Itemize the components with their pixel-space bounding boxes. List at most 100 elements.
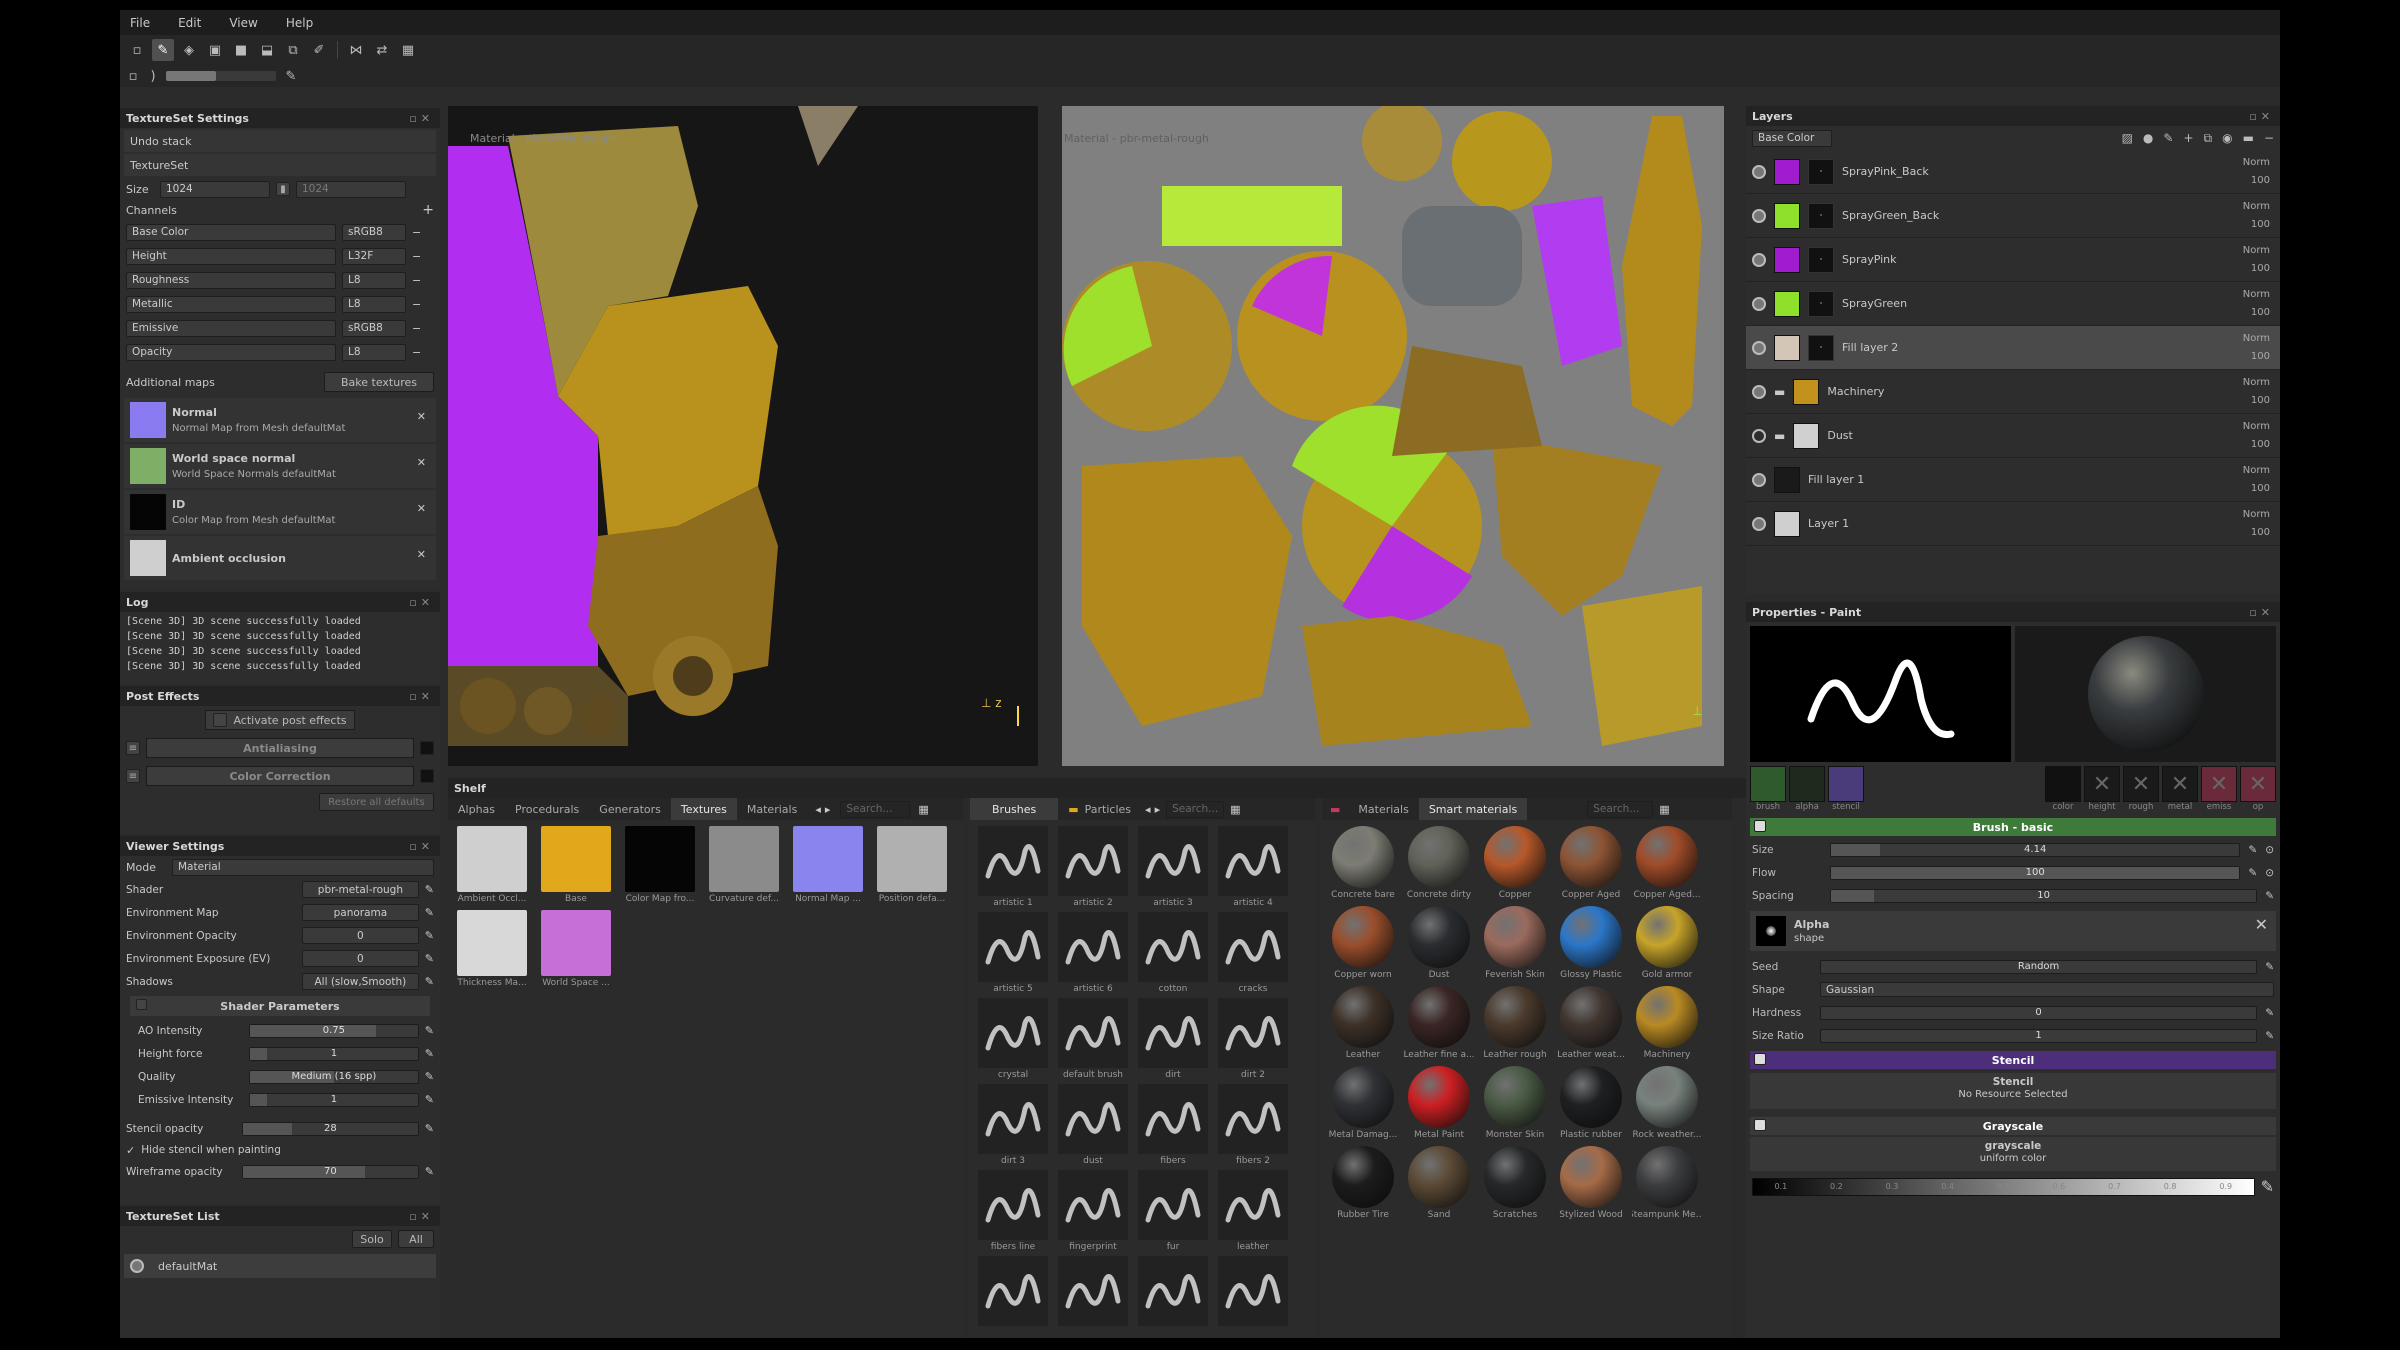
brush-item[interactable]: artistic 5 — [976, 912, 1050, 994]
brush-item[interactable] — [1216, 1256, 1290, 1328]
brush-item[interactable]: fibers line — [976, 1170, 1050, 1252]
all-button[interactable]: All — [398, 1230, 434, 1248]
brush-item[interactable]: cotton — [1136, 912, 1210, 994]
brush-item[interactable]: fibers 2 — [1216, 1084, 1290, 1166]
layer-blend[interactable]: Norm 100 — [2243, 506, 2270, 542]
restore-defaults-button[interactable]: Restore all defaults — [319, 793, 434, 811]
additional-map-item[interactable]: Ambient occlusion ✕ — [124, 536, 436, 580]
shelf-tab[interactable]: Procedurals — [505, 798, 589, 820]
brush-item[interactable]: dust — [1056, 1084, 1130, 1166]
grid-view-icon[interactable]: ▦ — [397, 39, 419, 61]
folder-icon[interactable]: ▬ — [1774, 429, 1785, 443]
tool-slot[interactable]: alpha — [1789, 766, 1825, 812]
toggle-icon[interactable] — [420, 741, 434, 755]
edit-icon[interactable]: ✎ — [2265, 890, 2274, 902]
edit-icon[interactable]: ✎ — [425, 1093, 434, 1106]
expand-icon[interactable]: ≡ — [126, 741, 140, 755]
brush-item[interactable]: dirt — [1136, 998, 1210, 1080]
shelf-tab[interactable]: Generators — [589, 798, 671, 820]
add-fill-layer-icon[interactable]: + — [2183, 131, 2193, 146]
edit-icon[interactable]: ✎ — [425, 883, 434, 896]
add-folder-icon[interactable]: ▬ — [2243, 131, 2254, 146]
setting-value[interactable]: 0 — [302, 950, 419, 967]
edit-icon[interactable]: ✎ — [2261, 1177, 2274, 1196]
viewport-3d[interactable]: Material - pbr-metal-rough ⊥ z — [448, 106, 1038, 766]
next-arrow-icon[interactable]: ▸ — [825, 803, 831, 816]
material-item[interactable]: Metal Paint — [1404, 1066, 1474, 1140]
brush-item[interactable]: artistic 6 — [1056, 912, 1130, 994]
layer-row[interactable]: · Fill layer 2 Norm 100 — [1746, 326, 2280, 370]
close-icon[interactable]: ✕ — [417, 502, 426, 515]
edit-icon[interactable]: ✎ — [425, 975, 434, 988]
brush-item[interactable]: leather — [1216, 1170, 1290, 1252]
brush-search-input[interactable]: Search... — [1166, 800, 1225, 818]
link-icon[interactable]: ⊙ — [2265, 844, 2274, 856]
layer-blend[interactable]: Norm 100 — [2243, 154, 2270, 190]
material-item[interactable]: Leather weat... — [1556, 986, 1626, 1060]
brush-spacing-slider[interactable]: 10 — [1830, 888, 2258, 903]
edit-icon[interactable]: ✎ — [425, 906, 434, 919]
channel-format-select[interactable]: L32F — [342, 247, 406, 265]
lock-icon[interactable]: ▮ — [276, 182, 290, 196]
material-item[interactable]: Copper — [1480, 826, 1550, 900]
delete-layer-icon[interactable]: − — [2264, 131, 2274, 146]
tab-brushes[interactable]: Brushes — [970, 798, 1059, 820]
expand-icon[interactable]: ≡ — [126, 769, 140, 783]
grid-view-icon[interactable]: ▦ — [918, 803, 928, 816]
remove-channel-icon[interactable]: − — [412, 226, 421, 239]
shader-parameters-header[interactable]: Shader Parameters — [130, 996, 430, 1016]
setting-value[interactable]: panorama — [302, 904, 419, 921]
visibility-icon[interactable] — [130, 1259, 144, 1273]
material-item[interactable]: Scratches — [1480, 1146, 1550, 1220]
channel-select[interactable]: Base Color — [1752, 129, 1832, 147]
brush-flow-slider[interactable]: 100 — [1830, 865, 2241, 880]
param-slider[interactable]: 1 — [249, 1046, 419, 1061]
edit-icon[interactable]: ✎ — [425, 1070, 434, 1083]
brush-size-slider[interactable]: 4.14 — [1830, 842, 2241, 857]
texture-item[interactable]: Position defa... — [874, 826, 950, 904]
wireframe-opacity-slider[interactable]: 70 — [242, 1164, 419, 1179]
shelf-tab[interactable]: Textures — [670, 798, 737, 820]
close-icon[interactable]: ✕ — [2255, 915, 2268, 934]
setting-value[interactable]: All (slow,Smooth) — [302, 973, 419, 990]
brush-item[interactable]: dirt 3 — [976, 1084, 1050, 1166]
polygon-fill-icon[interactable]: ■ — [230, 39, 252, 61]
brush-item[interactable] — [1136, 1256, 1210, 1328]
material-item[interactable]: Concrete dirty — [1404, 826, 1474, 900]
post-effect-item[interactable]: ≡ Antialiasing — [120, 734, 440, 762]
edit-icon[interactable]: ✎ — [425, 952, 434, 965]
prev-arrow-icon[interactable]: ◂ — [1145, 803, 1151, 816]
channel-format-select[interactable]: sRGB8 — [342, 223, 406, 241]
texture-item[interactable]: Base — [538, 826, 614, 904]
smudge-icon[interactable]: ⬓ — [256, 39, 278, 61]
material-item[interactable]: Rubber Tire — [1328, 1146, 1398, 1220]
material-item[interactable]: Metal Damag... — [1328, 1066, 1398, 1140]
brush-item[interactable]: default brush — [1056, 998, 1130, 1080]
setting-value[interactable]: pbr-metal-rough — [302, 881, 419, 898]
layer-row[interactable]: · SprayPink_Back Norm 100 — [1746, 150, 2280, 194]
material-item[interactable]: Stylized Wood — [1556, 1146, 1626, 1220]
channel-format-select[interactable]: L8 — [342, 295, 406, 313]
param-slider[interactable]: Medium (16 spp) — [249, 1069, 419, 1084]
add-paint-layer-icon[interactable]: ✎ — [2163, 131, 2173, 146]
material-item[interactable]: Leather fine a... — [1404, 986, 1474, 1060]
viewport-2d-uv[interactable]: Material - pbr-metal-rough ⊥ — [1062, 106, 1724, 766]
brush-item[interactable] — [1056, 1256, 1130, 1328]
layer-blend[interactable]: Norm 100 — [2243, 286, 2270, 322]
remove-channel-icon[interactable]: − — [412, 298, 421, 311]
edit-icon[interactable]: ✎ — [2265, 1007, 2274, 1019]
texture-item[interactable]: Curvature def... — [706, 826, 782, 904]
channel-slot[interactable]: ✕ height — [2084, 766, 2120, 812]
tool-slot[interactable]: brush — [1750, 766, 1786, 812]
solo-button[interactable]: Solo — [352, 1230, 392, 1248]
visibility-icon[interactable] — [1752, 252, 1766, 267]
activate-post-effects-checkbox[interactable]: Activate post effects — [205, 710, 355, 730]
remove-channel-icon[interactable]: − — [412, 346, 421, 359]
post-effect-item[interactable]: ≡ Color Correction — [120, 762, 440, 790]
smart-material-icon[interactable]: ◉ — [2222, 131, 2232, 146]
channel-slot[interactable]: ✕ metal — [2162, 766, 2198, 812]
visibility-icon[interactable] — [1752, 516, 1766, 531]
textureset-item[interactable]: defaultMat — [124, 1254, 436, 1278]
add-effect-icon[interactable]: ● — [2143, 131, 2153, 146]
edit-icon[interactable]: ✎ — [425, 1024, 434, 1037]
